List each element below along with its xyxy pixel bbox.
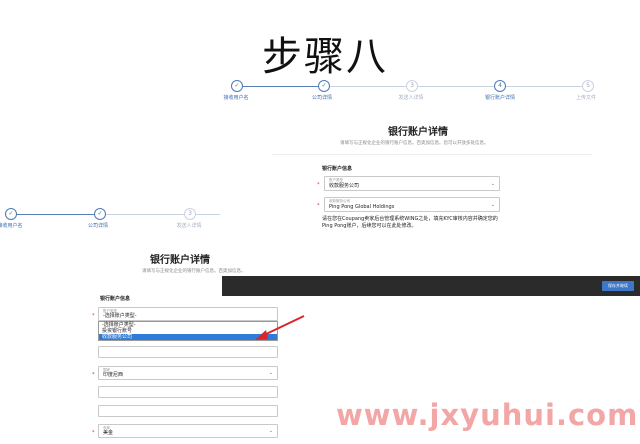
watermark: www.jxyuhui.com: [336, 398, 639, 432]
red-arrow-annotation: [255, 315, 305, 340]
